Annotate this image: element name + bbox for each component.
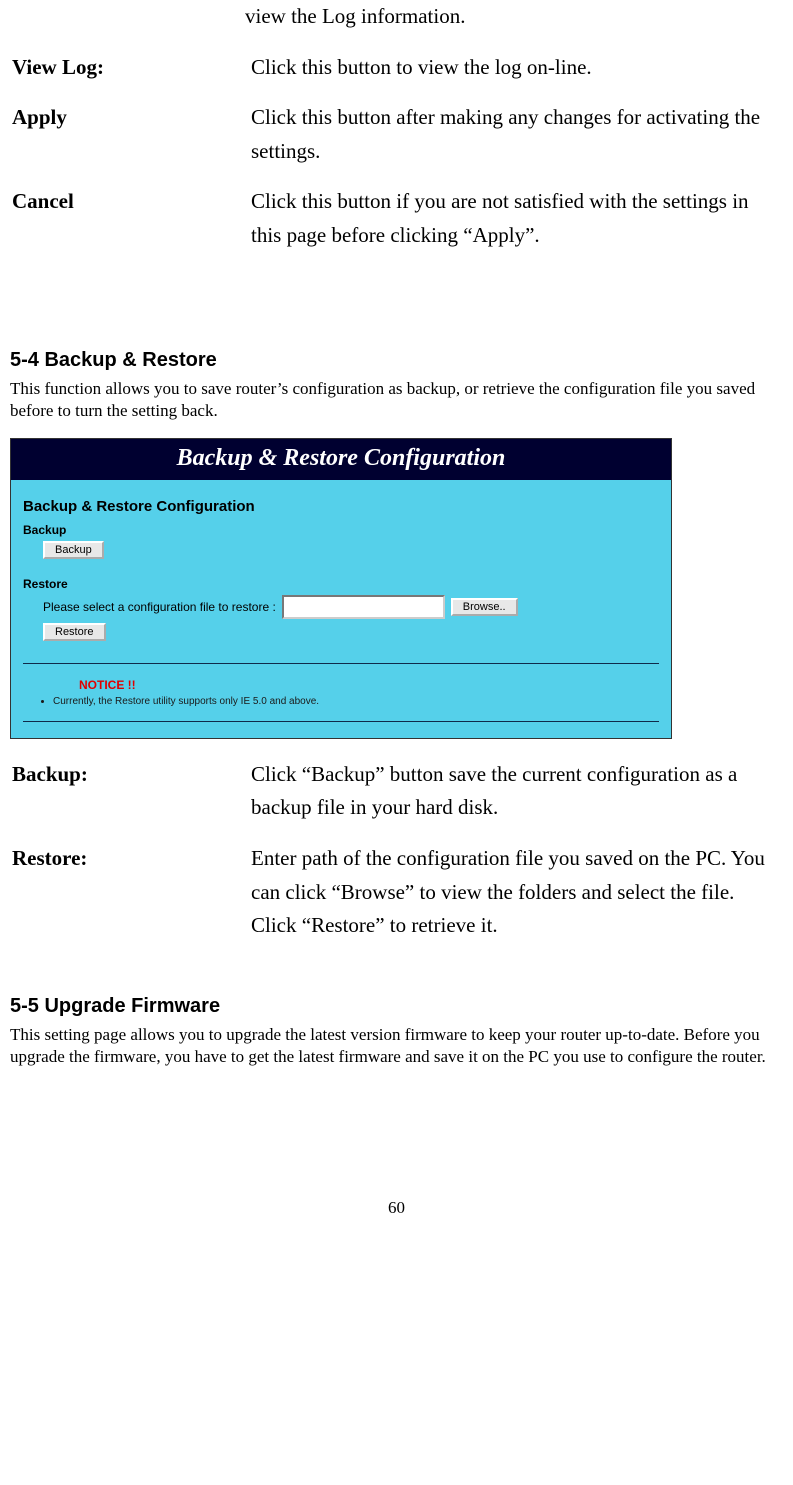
upgrade-firmware-heading: 5-5 Upgrade Firmware <box>10 995 783 1018</box>
backup-def-label: Backup: <box>12 757 248 839</box>
cancel-label: Cancel <box>12 184 248 266</box>
config-screenshot: Backup & Restore Configuration Backup & … <box>10 438 672 739</box>
restore-group-label: Restore <box>23 577 659 591</box>
view-log-desc: Click this button to view the log on-lin… <box>250 50 781 99</box>
notice-label: NOTICE !! <box>79 678 659 692</box>
screenshot-title: Backup & Restore Configuration <box>11 439 671 480</box>
apply-label: Apply <box>12 100 248 182</box>
view-log-label: View Log: <box>12 50 248 99</box>
continuation-text: view the Log information. <box>10 0 783 48</box>
notice-text: Currently, the Restore utility supports … <box>53 696 659 707</box>
restore-def-desc: Enter path of the configuration file you… <box>250 841 781 957</box>
cancel-desc: Click this button if you are not satisfi… <box>250 184 781 266</box>
definitions-table-1: View Log: Click this button to view the … <box>10 48 783 269</box>
page-number: 60 <box>10 1198 783 1218</box>
backup-button[interactable]: Backup <box>43 541 104 559</box>
browse-button[interactable]: Browse.. <box>451 598 518 616</box>
restore-button[interactable]: Restore <box>43 623 106 641</box>
upgrade-firmware-intro: This setting page allows you to upgrade … <box>10 1024 783 1068</box>
restore-def-label: Restore: <box>12 841 248 957</box>
backup-group-label: Backup <box>23 523 659 537</box>
divider-bottom <box>23 721 659 722</box>
backup-restore-heading: 5-4 Backup & Restore <box>10 349 783 372</box>
notice-list: Currently, the Restore utility supports … <box>33 696 659 707</box>
screenshot-sub-heading: Backup & Restore Configuration <box>23 498 659 515</box>
definitions-table-2: Backup: Click “Backup” button save the c… <box>10 755 783 959</box>
restore-file-input[interactable] <box>282 595 445 619</box>
backup-restore-intro: This function allows you to save router’… <box>10 378 783 422</box>
apply-desc: Click this button after making any chang… <box>250 100 781 182</box>
divider <box>23 663 659 664</box>
restore-prompt: Please select a configuration file to re… <box>43 600 276 614</box>
backup-def-desc: Click “Backup” button save the current c… <box>250 757 781 839</box>
